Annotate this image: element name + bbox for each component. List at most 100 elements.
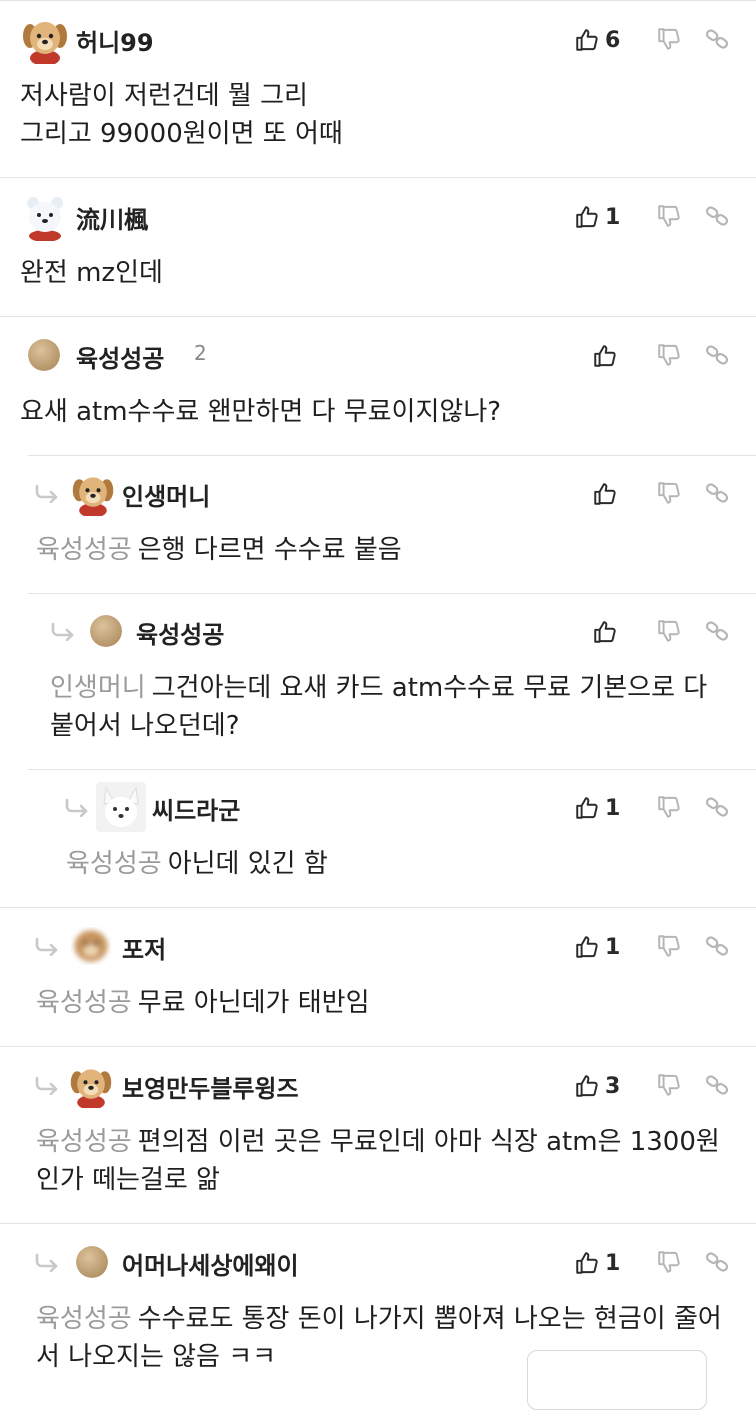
comment-item: 허니99 6 저사람이 저런건데 뭘 그리 그리고 99000원이면 또 어때 <box>0 0 756 177</box>
link-icon[interactable] <box>704 203 732 231</box>
comment-header: 육성성공 2 <box>0 317 756 393</box>
comment-actions <box>558 613 732 651</box>
white-dog-avatar[interactable] <box>96 782 146 832</box>
like-button[interactable] <box>558 343 618 369</box>
blurred-puppy-avatar[interactable] <box>68 923 114 969</box>
like-count: 6 <box>605 27 621 53</box>
reply-arrow-icon <box>34 1075 62 1095</box>
comment-body: 육성성공 은행 다르면 수수료 붙음 <box>0 531 756 569</box>
comment-nickname[interactable]: 육성성공 <box>76 339 164 374</box>
golden-puppy-avatar[interactable] <box>20 14 70 64</box>
reply-arrow-icon <box>34 1252 62 1272</box>
like-button[interactable]: 6 <box>574 27 634 53</box>
link-icon[interactable] <box>704 794 732 822</box>
thumbs-down-icon[interactable] <box>656 480 684 508</box>
comment-header: 포저 1 <box>0 908 756 984</box>
like-count: 3 <box>605 1073 621 1099</box>
comment-item: 어머나세상에왜이 1 육성성공 수수료도 통장 돈이 나가지 뽑아져 나오는 현금이 … <box>0 1223 756 1370</box>
like-button[interactable]: 1 <box>574 934 634 960</box>
like-count: 1 <box>605 1250 621 1276</box>
comment-text: 요새 atm수수료 왠만하면 다 무료이지않나? <box>20 397 502 427</box>
golden-puppy-avatar[interactable] <box>68 1062 114 1108</box>
thumbs-down-icon[interactable] <box>656 794 684 822</box>
like-button[interactable]: 3 <box>574 1073 634 1099</box>
comment-body: 저사람이 저런건데 뭘 그리 그리고 99000원이면 또 어때 <box>0 77 756 153</box>
comment-actions: 1 <box>574 1244 732 1282</box>
like-button[interactable] <box>558 481 618 507</box>
comment-nickname[interactable]: 육성성공 <box>136 615 224 650</box>
comment-nickname[interactable]: 허니99 <box>76 23 154 58</box>
link-icon[interactable] <box>704 618 732 646</box>
mention-tag[interactable]: 육성성공 <box>36 1127 132 1157</box>
default-circle-avatar[interactable] <box>76 1246 108 1278</box>
comment-item: 포저 1 육성성공 무료 아닌데가 태반임 <box>0 907 756 1046</box>
comment-thread: 허니99 6 저사람이 저런건데 뭘 그리 그리고 99000원이면 또 어때 流川楓… <box>0 0 756 1370</box>
comment-header: 어머나세상에왜이 1 <box>0 1224 756 1300</box>
thumbs-down-icon[interactable] <box>656 1072 684 1100</box>
reply-arrow-icon <box>34 483 62 503</box>
comment-nickname[interactable]: 포저 <box>122 930 166 965</box>
comment-actions: 1 <box>574 928 732 966</box>
golden-puppy-avatar[interactable] <box>70 470 116 516</box>
comment-body: 완전 mz인데 <box>0 254 756 292</box>
mention-tag[interactable]: 육성성공 <box>36 1304 132 1334</box>
comment-nickname[interactable]: 인생머니 <box>122 477 210 512</box>
comment-nickname[interactable]: 보영만두블루윙즈 <box>122 1069 299 1104</box>
comment-header: 허니99 6 <box>0 1 756 77</box>
link-icon[interactable] <box>704 1072 732 1100</box>
like-button[interactable] <box>558 619 618 645</box>
comment-nickname[interactable]: 어머나세상에왜이 <box>122 1246 299 1281</box>
comment-item: 육성성공인생머니 그건아는데 요새 카드 atm수수료 무료 기본으로 다 붙어서… <box>0 593 756 769</box>
floating-button[interactable] <box>527 1350 707 1410</box>
mention-tag[interactable]: 인생머니 <box>50 673 146 703</box>
comment-header: 씨드라군 1 <box>0 769 756 845</box>
thumbs-down-icon[interactable] <box>656 203 684 231</box>
like-count: 1 <box>605 795 621 821</box>
link-icon[interactable] <box>704 480 732 508</box>
reply-arrow-icon <box>34 936 62 956</box>
comment-body: 육성성공 편의점 이런 곳은 무료인데 아마 식장 atm은 1300원인가 떼는… <box>0 1123 756 1199</box>
comment-body: 인생머니 그건아는데 요새 카드 atm수수료 무료 기본으로 다 붙어서 나오던… <box>0 669 756 745</box>
thumbs-up-icon <box>592 343 618 369</box>
thumbs-up-icon <box>592 619 618 645</box>
thumbs-up-icon <box>574 27 600 53</box>
comment-header: 보영만두블루윙즈 3 <box>0 1047 756 1123</box>
thumbs-up-icon <box>574 1250 600 1276</box>
comment-item: 씨드라군 1 육성성공 아닌데 있긴 함 <box>0 769 756 907</box>
thumbs-up-icon <box>592 481 618 507</box>
mention-tag[interactable]: 육성성공 <box>36 535 132 565</box>
comment-nickname[interactable]: 씨드라군 <box>152 791 240 826</box>
like-button[interactable]: 1 <box>574 795 634 821</box>
link-icon[interactable] <box>704 342 732 370</box>
thumbs-up-icon <box>574 1073 600 1099</box>
like-button[interactable]: 1 <box>574 1250 634 1276</box>
comment-nickname[interactable]: 流川楓 <box>76 200 148 235</box>
thumbs-down-icon[interactable] <box>656 933 684 961</box>
reply-arrow-icon <box>50 621 78 641</box>
link-icon[interactable] <box>704 26 732 54</box>
mention-tag[interactable]: 육성성공 <box>36 988 132 1018</box>
comment-actions: 6 <box>574 21 732 59</box>
comment-text: 아닌데 있긴 함 <box>167 849 328 879</box>
link-icon[interactable] <box>704 933 732 961</box>
comment-actions: 1 <box>574 198 732 236</box>
like-count: 1 <box>605 934 621 960</box>
white-puppy-avatar[interactable] <box>20 191 70 241</box>
thumbs-down-icon[interactable] <box>656 26 684 54</box>
comment-item: 流川楓 1 완전 mz인데 <box>0 177 756 316</box>
mention-tag[interactable]: 육성성공 <box>66 849 162 879</box>
nickname-badge: 2 <box>194 341 207 365</box>
like-button[interactable]: 1 <box>574 204 634 230</box>
thumbs-down-icon[interactable] <box>656 342 684 370</box>
thumbs-down-icon[interactable] <box>656 618 684 646</box>
comment-header: 流川楓 1 <box>0 178 756 254</box>
like-count: 1 <box>605 204 621 230</box>
comment-text: 은행 다르면 수수료 붙음 <box>137 535 402 565</box>
thumbs-down-icon[interactable] <box>656 1249 684 1277</box>
thumbs-up-icon <box>574 204 600 230</box>
comment-actions: 1 <box>574 789 732 827</box>
default-circle-avatar[interactable] <box>90 615 122 647</box>
link-icon[interactable] <box>704 1249 732 1277</box>
default-circle-avatar[interactable] <box>28 339 60 371</box>
comment-text: 완전 mz인데 <box>20 258 163 288</box>
